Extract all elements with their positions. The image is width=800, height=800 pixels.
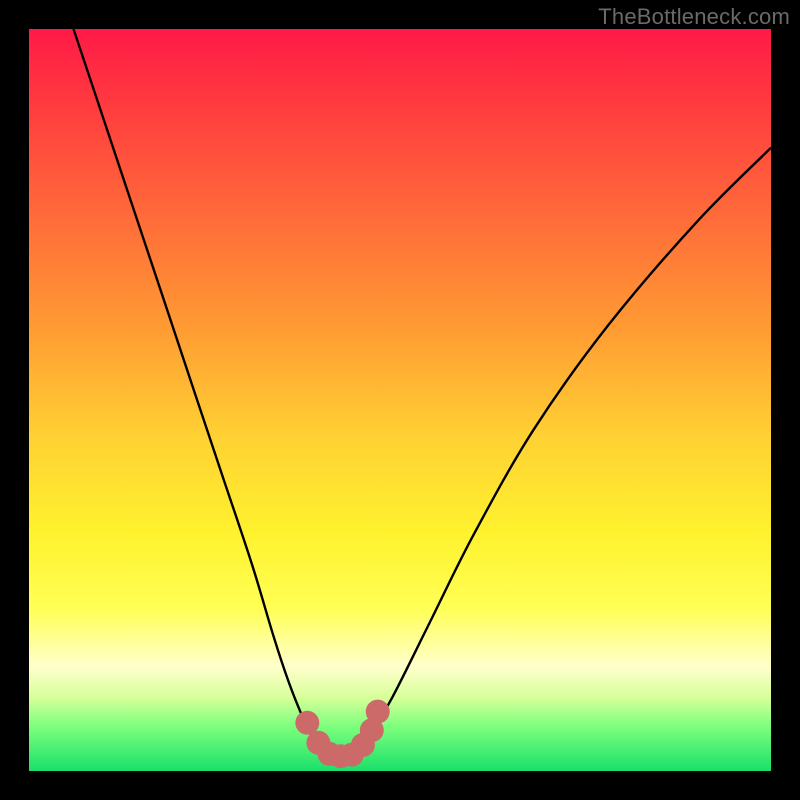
watermark-text: TheBottleneck.com <box>598 4 790 30</box>
curve-svg <box>29 29 771 771</box>
bottleneck-curve <box>74 29 772 756</box>
valley-marker <box>366 700 390 724</box>
chart-frame: TheBottleneck.com <box>0 0 800 800</box>
plot-area <box>29 29 771 771</box>
valley-marker-group <box>295 700 389 769</box>
